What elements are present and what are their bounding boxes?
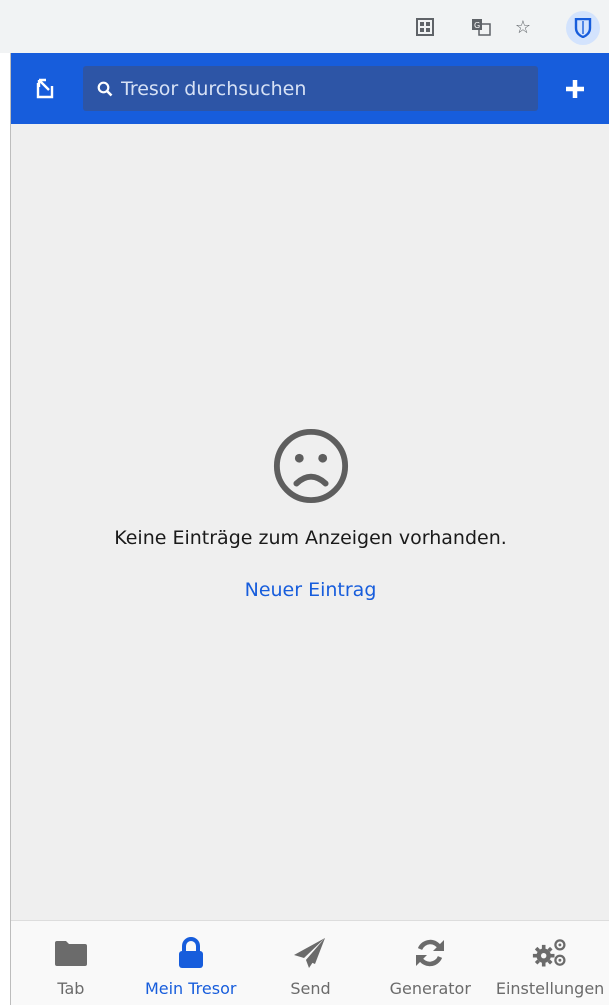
tab-tab[interactable]: Tab: [11, 921, 131, 1005]
bitwarden-popup: Keine Einträge zum Anzeigen vorhanden. N…: [10, 53, 609, 1005]
lock-icon: [178, 937, 203, 968]
plus-icon: [566, 80, 584, 98]
tab-mein-tresor[interactable]: Mein Tresor: [131, 921, 251, 1005]
search-input[interactable]: [121, 77, 531, 100]
folder-icon: [54, 941, 87, 966]
add-item-button[interactable]: [557, 71, 593, 107]
browser-toolbar: G ☆: [0, 0, 609, 53]
paper-plane-icon: [294, 938, 326, 968]
popout-button[interactable]: [27, 71, 63, 107]
search-box: [83, 66, 538, 111]
qr-code-icon[interactable]: [414, 16, 436, 38]
tab-einstellungen[interactable]: Einstellungen: [490, 921, 609, 1005]
tab-label: Send: [290, 979, 331, 998]
tab-generator[interactable]: Generator: [370, 921, 490, 1005]
tab-label: Tab: [57, 979, 85, 998]
tab-label: Einstellungen: [495, 979, 605, 998]
translate-icon[interactable]: G: [470, 16, 492, 38]
frown-icon: [273, 428, 348, 504]
svg-text:G: G: [474, 21, 480, 30]
refresh-icon: [416, 939, 445, 967]
bottom-tab-bar: Tab Mein Tresor Send Generator Einstellu…: [11, 920, 609, 1005]
tab-label: Generator: [389, 979, 471, 998]
bitwarden-extension-icon[interactable]: [566, 11, 600, 45]
empty-state: Keine Einträge zum Anzeigen vorhanden. N…: [11, 427, 609, 601]
popout-icon: [36, 78, 54, 99]
new-item-link[interactable]: Neuer Eintrag: [245, 579, 377, 601]
popup-header: [11, 53, 609, 124]
search-icon: [97, 81, 113, 96]
tab-label: Mein Tresor: [144, 979, 237, 998]
gears-icon: [532, 939, 566, 967]
tab-send[interactable]: Send: [251, 921, 371, 1005]
empty-state-message: Keine Einträge zum Anzeigen vorhanden.: [114, 527, 507, 549]
star-bookmark-icon[interactable]: ☆: [512, 16, 534, 38]
